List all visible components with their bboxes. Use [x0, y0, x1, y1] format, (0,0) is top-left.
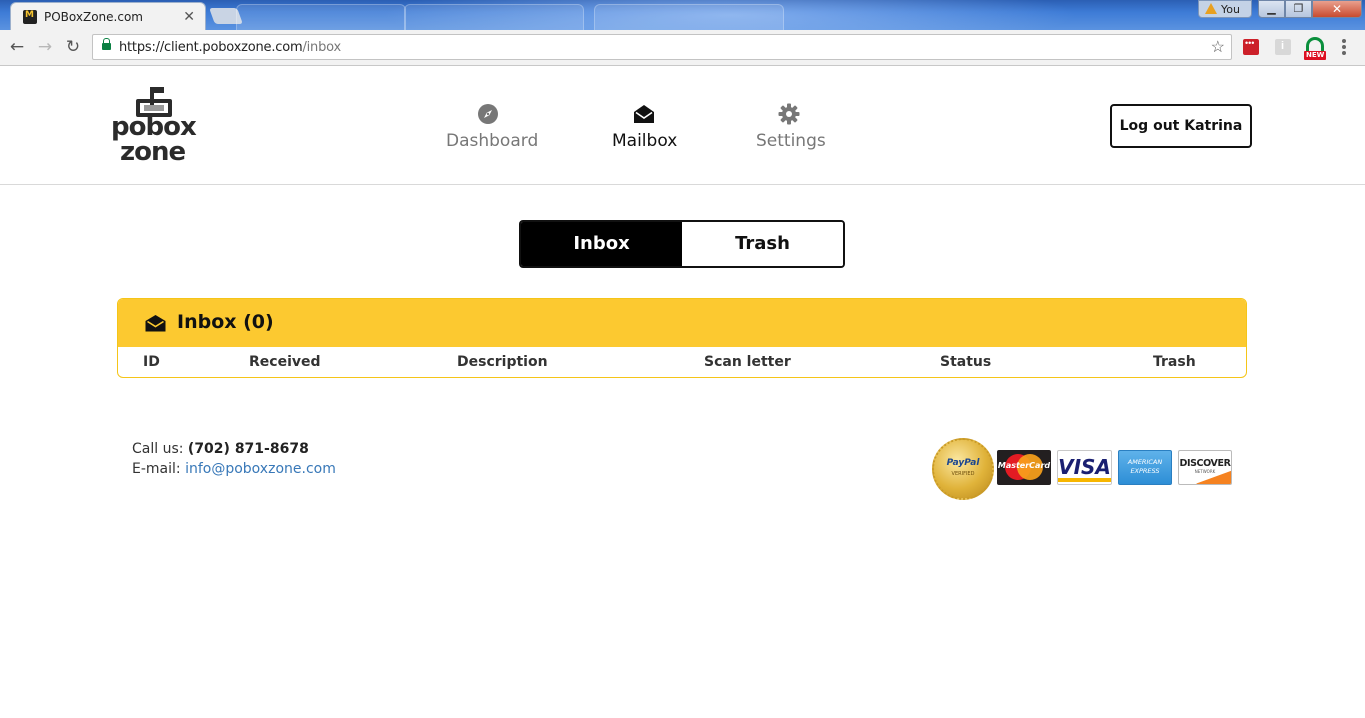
minimize-icon: ▁ [1267, 2, 1276, 15]
tab-trash[interactable]: Trash [682, 222, 843, 266]
browser-tab-strip: POBoxZone.com ✕ You ▁ ❐ ✕ [0, 0, 1365, 30]
info-extension-icon[interactable] [1275, 39, 1291, 55]
logo-text-line2: zone [120, 137, 186, 167]
envelope-open-icon [145, 315, 166, 332]
profile-button[interactable]: You [1198, 0, 1252, 18]
column-header-scan-letter[interactable]: Scan letter [704, 354, 791, 370]
new-badge [1304, 51, 1326, 60]
url-path: /inbox [302, 40, 341, 55]
column-header-status[interactable]: Status [940, 354, 991, 370]
window-minimize-button[interactable]: ▁ [1258, 0, 1285, 18]
nav-dashboard[interactable]: Dashboard [446, 103, 538, 151]
contact-info: Call us: (702) 871-8678 E-mail: info@pob… [132, 439, 336, 479]
nav-settings-label: Settings [756, 131, 826, 151]
close-icon: ✕ [1331, 2, 1343, 16]
visa-text: VISA [1058, 455, 1111, 479]
url-host: https://client.poboxzone.com [119, 40, 303, 55]
pobox-zone-logo[interactable]: pobox zone [110, 85, 200, 167]
nav-mailbox[interactable]: Mailbox [612, 103, 678, 151]
email-label: E-mail: [132, 461, 181, 477]
profile-label: You [1221, 3, 1240, 16]
inbox-title: Inbox (0) [177, 311, 274, 333]
lock-icon [102, 38, 111, 50]
browser-tab-title: POBoxZone.com [44, 10, 143, 24]
inbox-panel-header: Inbox (0) [118, 299, 1246, 347]
warning-icon [1205, 3, 1217, 14]
browser-tab-active[interactable]: POBoxZone.com ✕ [10, 2, 206, 30]
logout-button[interactable]: Log out Katrina [1110, 104, 1252, 148]
back-arrow-icon[interactable]: ← [6, 36, 28, 58]
mailbox-folder-toggle: Inbox Trash [519, 220, 845, 268]
browser-tab-background[interactable] [594, 4, 784, 30]
url-text[interactable]: https://client.poboxzone.com/inbox [119, 40, 341, 55]
browser-menu-icon[interactable] [1342, 39, 1346, 57]
discover-logo: DISCOVER NETWORK [1178, 450, 1232, 485]
discover-subtext: NETWORK [1194, 469, 1216, 474]
site-favicon-icon [23, 10, 37, 24]
window-close-button[interactable]: ✕ [1312, 0, 1362, 18]
paypal-verified-seal: PayPal VERIFIED [932, 438, 994, 500]
reload-icon[interactable]: ↻ [62, 36, 84, 58]
site-header: pobox zone Dashboard Mailbox Settings Lo… [0, 67, 1365, 185]
column-header-received[interactable]: Received [249, 354, 321, 370]
restore-icon: ❐ [1293, 2, 1304, 15]
email-link[interactable]: info@poboxzone.com [185, 461, 336, 477]
nav-mailbox-label: Mailbox [612, 131, 678, 151]
phone-line: Call us: (702) 871-8678 [132, 439, 336, 459]
mastercard-text: MasterCard [997, 461, 1051, 470]
lastpass-extension-icon[interactable] [1243, 38, 1259, 55]
nav-dashboard-label: Dashboard [446, 131, 539, 151]
bookmark-star-icon[interactable]: ☆ [1211, 37, 1225, 57]
discover-text: DISCOVER [1179, 458, 1231, 469]
gear-icon [778, 103, 800, 125]
browser-tab-background[interactable] [236, 4, 406, 30]
column-header-trash[interactable]: Trash [1153, 354, 1196, 370]
inbox-panel: Inbox (0) ID Received Description Scan l… [117, 298, 1247, 378]
visa-logo: VISA [1057, 450, 1112, 485]
browser-toolbar: ← → ↻ https://client.poboxzone.com/inbox… [0, 30, 1365, 66]
paypal-seal-subtext: VERIFIED [951, 471, 975, 477]
browser-tab-background[interactable] [404, 4, 584, 30]
column-header-description[interactable]: Description [457, 354, 548, 370]
paypal-seal-text: PayPal [946, 458, 980, 468]
email-line: E-mail: info@poboxzone.com [132, 459, 336, 479]
window-maximize-button[interactable]: ❐ [1285, 0, 1312, 18]
compass-icon [478, 104, 498, 124]
amex-text: AMERICAN EXPRESS [1127, 458, 1163, 475]
tab-close-icon[interactable]: ✕ [183, 8, 195, 25]
envelope-open-icon [634, 105, 654, 123]
column-header-id[interactable]: ID [143, 354, 160, 370]
mastercard-logo: MasterCard [997, 450, 1051, 485]
phone-number: (702) 871-8678 [187, 441, 309, 457]
forward-arrow-icon[interactable]: → [34, 36, 56, 58]
american-express-logo: AMERICAN EXPRESS [1118, 450, 1172, 485]
extension-icon[interactable] [1306, 37, 1324, 51]
phone-label: Call us: [132, 441, 184, 457]
address-bar[interactable]: https://client.poboxzone.com/inbox ☆ [92, 34, 1232, 60]
tab-inbox[interactable]: Inbox [521, 222, 682, 266]
nav-settings[interactable]: Settings [756, 103, 826, 151]
